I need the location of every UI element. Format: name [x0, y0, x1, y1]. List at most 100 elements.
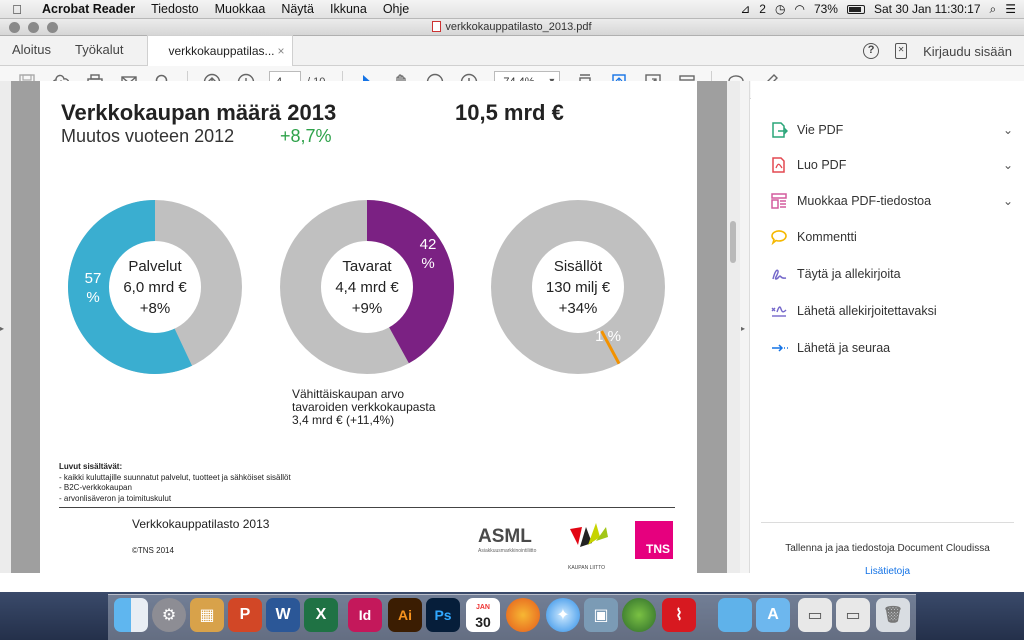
sign-in-link[interactable]: Kirjaudu sisään	[923, 44, 1012, 59]
copyright: ©TNS 2014	[132, 546, 174, 555]
donut-center-label: +34%	[559, 300, 598, 317]
chevron-down-icon[interactable]: ⌄	[1003, 158, 1013, 172]
folder-icon[interactable]	[718, 598, 752, 632]
comment-icon	[768, 227, 790, 247]
donut-slice-label: 57	[85, 270, 102, 287]
photoshop-icon[interactable]: Ps	[426, 598, 460, 632]
word-icon[interactable]: W	[266, 598, 300, 632]
time-machine-icon[interactable]: ◷	[775, 2, 785, 16]
tool-send-track[interactable]: Lähetä ja seuraa	[768, 336, 1013, 360]
chevron-down-icon[interactable]: ⌄	[1003, 194, 1013, 208]
clock[interactable]: Sat 30 Jan 11:30:17	[874, 2, 981, 16]
send-track-icon	[768, 338, 790, 358]
tabs-bar: Aloitus Työkalut verkkokauppatilas... × …	[0, 35, 1024, 66]
tool-edit-pdf[interactable]: Muokkaa PDF-tiedostoa ⌄	[768, 189, 1013, 213]
document-cloud-text: Tallenna ja jaa tiedostoja Document Clou…	[785, 543, 990, 554]
tool-export-pdf[interactable]: Vie PDF ⌄	[768, 118, 1013, 142]
donut-center-label: 4,4 mrd €	[335, 279, 399, 296]
page-change-value: +8,7%	[280, 126, 332, 146]
asml-logo: ASML Asiakkuusmarkkinointiliitto	[478, 526, 537, 554]
pdf-file-icon	[432, 21, 442, 32]
vertical-scrollbar[interactable]	[727, 81, 740, 573]
donut-slice-label: %	[86, 289, 99, 306]
mobile-link-icon[interactable]: ✕	[895, 43, 908, 59]
donut-center-label: 130 milj €	[546, 279, 611, 296]
export-pdf-icon	[768, 120, 790, 140]
donut-slice-label: 42	[420, 236, 437, 253]
applications-icon[interactable]: A	[756, 598, 790, 632]
page-total-value: 10,5 mrd €	[455, 100, 564, 125]
tab-document[interactable]: verkkokauppatilas... ×	[147, 35, 294, 66]
calendar-icon[interactable]: JAN 30	[466, 598, 500, 632]
calculator-icon[interactable]: ▦	[190, 598, 224, 632]
includes-title: Luvut sisältävät:	[59, 462, 123, 471]
window-title: verkkokauppatilasto_2013.pdf	[445, 21, 592, 33]
adobe-status-icon[interactable]: ⊿	[740, 2, 750, 16]
menu-view[interactable]: Näytä	[273, 2, 322, 16]
screen-icon[interactable]: ▭	[836, 598, 870, 632]
apple-menu-icon[interactable]: 	[0, 2, 34, 17]
tool-fill-sign[interactable]: Täytä ja allekirjoita	[768, 262, 1013, 286]
tool-create-pdf[interactable]: Luo PDF ⌄	[768, 153, 1013, 177]
learn-more-link[interactable]: Lisätietoja	[751, 566, 1024, 577]
edit-pdf-icon	[768, 191, 790, 211]
illustrator-icon[interactable]: Ai	[388, 598, 422, 632]
retail-note: Vähittäiskaupan arvo tavaroiden verkkoka…	[292, 387, 436, 427]
create-pdf-icon	[768, 155, 790, 175]
spotlight-icon[interactable]: ⌕	[990, 2, 997, 17]
menu-bar:  Acrobat Reader Tiedosto Muokkaa Näytä …	[0, 0, 1024, 19]
preview-icon[interactable]: ▣	[584, 598, 618, 632]
powerpoint-icon[interactable]: P	[228, 598, 262, 632]
firefox-icon[interactable]	[506, 598, 540, 632]
indesign-icon[interactable]: Id	[348, 598, 382, 632]
collapse-right-icon[interactable]: ▸	[741, 324, 745, 333]
includes-list: Luvut sisältävät: - kaikki kuluttajille …	[59, 462, 291, 504]
menu-window[interactable]: Ikkuna	[322, 2, 375, 16]
help-icon[interactable]: ?	[863, 43, 880, 59]
menu-help[interactable]: Ohje	[375, 2, 417, 16]
system-preferences-icon[interactable]: ⚙	[152, 598, 186, 632]
trash-icon[interactable]: 🗑	[876, 598, 910, 632]
includes-item: - arvonlisäveron ja toimituskulut	[59, 493, 172, 503]
donut-center-label: Sisällöt	[554, 258, 603, 275]
kaupan-liitto-logo	[570, 523, 608, 547]
safari-icon[interactable]: ✦	[546, 598, 580, 632]
menu-file[interactable]: Tiedosto	[143, 2, 206, 16]
spotify-icon[interactable]	[622, 598, 656, 632]
donut-center-label: Palvelut	[128, 258, 182, 275]
document-viewer[interactable]: ▸ Verkkokaupan määrä 2013 10,5 mrd € Muu…	[0, 81, 740, 573]
tns-logo: TNS	[635, 521, 673, 559]
tab-home[interactable]: Aloitus	[0, 35, 63, 65]
scrollbar-thumb[interactable]	[730, 221, 736, 263]
donut-center-label: 6,0 mrd €	[123, 279, 187, 296]
notification-center-icon[interactable]: ☰	[1005, 2, 1016, 16]
finder-icon[interactable]	[114, 598, 148, 632]
title-bar: verkkokauppatilasto_2013.pdf	[0, 19, 1024, 36]
menu-edit[interactable]: Muokkaa	[207, 2, 274, 16]
close-tab-icon[interactable]: ×	[277, 44, 284, 58]
footer-divider	[59, 507, 675, 508]
expand-left-icon[interactable]: ▸	[0, 324, 4, 333]
kaupan-liitto-label: KAUPAN LIITTO	[568, 565, 606, 571]
donut-slice-label: 1 %	[595, 328, 621, 345]
menu-app-name[interactable]: Acrobat Reader	[34, 2, 143, 16]
pdf-page: Verkkokaupan määrä 2013 10,5 mrd € Muuto…	[40, 81, 697, 573]
tab-tools[interactable]: Työkalut	[63, 35, 135, 65]
right-pane-toggle[interactable]: ▸	[740, 81, 750, 573]
page-subtitle: Muutos vuoteen 2012	[61, 126, 235, 146]
acrobat-icon[interactable]: ⌇	[662, 598, 696, 632]
left-pane-toggle[interactable]: ▸	[0, 81, 11, 573]
includes-item: - B2C-verkkokaupan	[59, 483, 132, 492]
chevron-down-icon[interactable]: ⌄	[1003, 123, 1013, 137]
donut-center-label: Tavarat	[342, 258, 392, 275]
tool-send-for-signature[interactable]: Lähetä allekirjoitettavaksi	[768, 299, 1013, 323]
tools-pane: Vie PDF ⌄ Luo PDF ⌄ Muokkaa PDF-tiedosto…	[751, 81, 1024, 577]
tool-comment[interactable]: Kommentti	[768, 225, 1013, 249]
footer-title: Verkkokauppatilasto 2013	[132, 517, 270, 531]
battery-percent[interactable]: 73%	[814, 2, 838, 16]
wifi-icon[interactable]: ◠	[794, 2, 804, 16]
notification-count[interactable]: 2	[759, 2, 766, 16]
excel-icon[interactable]: X	[304, 598, 338, 632]
battery-icon[interactable]	[846, 4, 865, 14]
downloads-icon[interactable]: ▭	[798, 598, 832, 632]
